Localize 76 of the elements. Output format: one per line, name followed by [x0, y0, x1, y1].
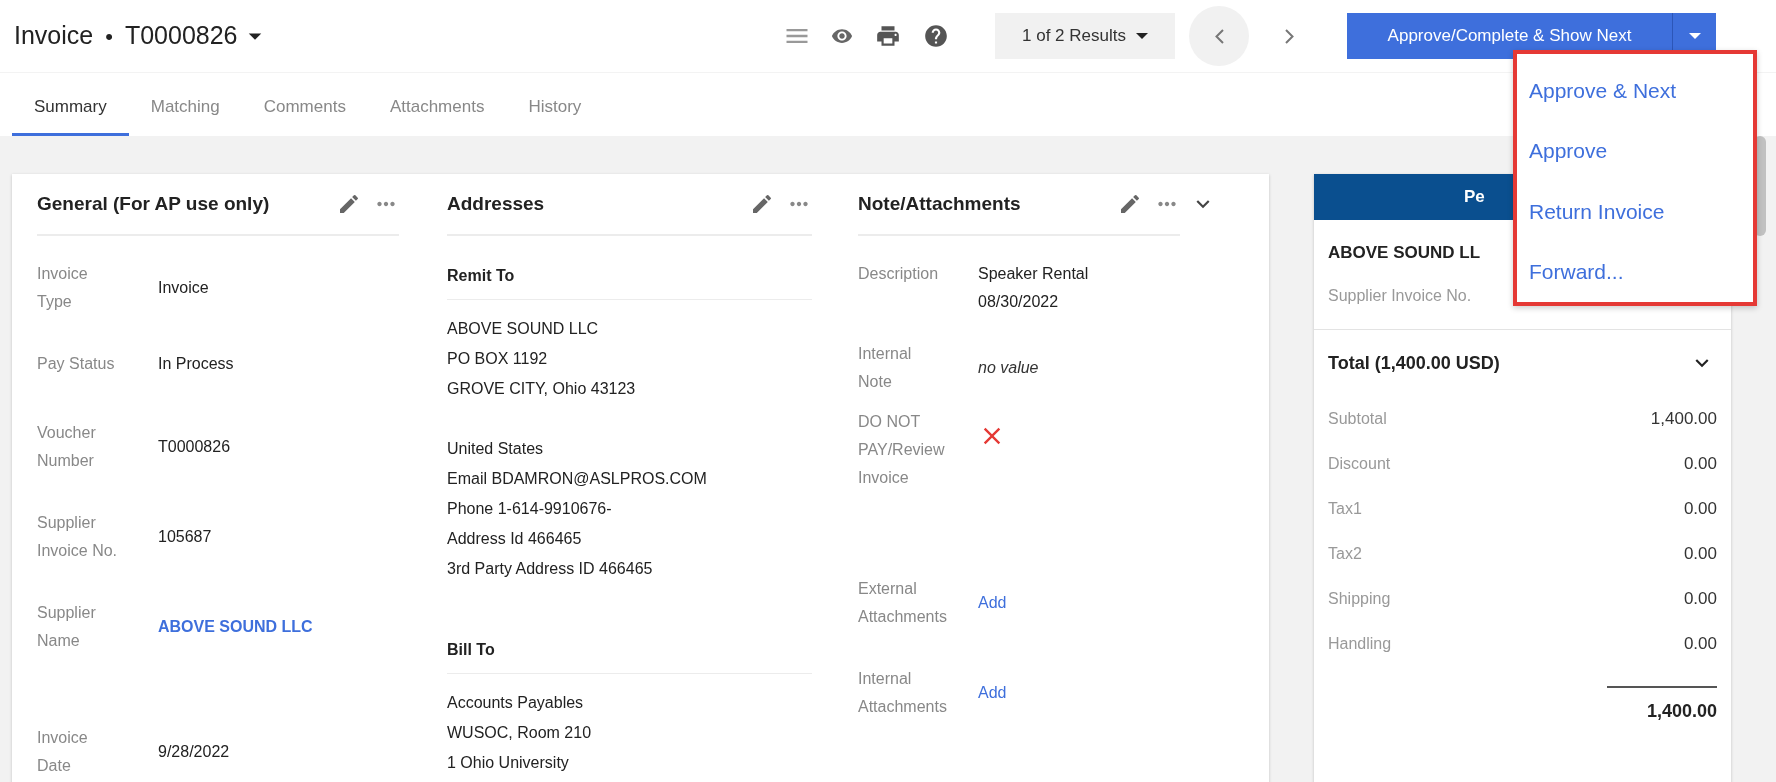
amount-value: 0.00 — [1683, 542, 1717, 565]
section-title: Addresses — [447, 191, 545, 216]
amount-label: Discount — [1328, 453, 1391, 474]
address-line: United States — [447, 439, 545, 459]
amount-label: Tax1 — [1328, 498, 1362, 519]
address-line: WUSOC, Room 210 — [447, 723, 593, 743]
tab[interactable]: Matching — [128, 80, 242, 136]
field-value: In Process — [158, 354, 234, 374]
chevron-right-icon — [1284, 28, 1294, 44]
field-label: Supplier Invoice No. — [37, 513, 119, 561]
field-label: External Attachments — [858, 579, 948, 627]
menu-item[interactable]: Approve & Next — [1529, 60, 1753, 121]
edit-icon[interactable] — [1118, 192, 1142, 216]
section-title: Note/Attachments — [858, 191, 1021, 216]
tab[interactable]: History — [506, 80, 604, 136]
address-line: ABOVE SOUND LLC — [447, 319, 600, 339]
add-link[interactable]: Add — [978, 594, 1007, 611]
print-icon[interactable] — [875, 23, 901, 49]
field-label: Pay Status — [37, 354, 116, 374]
menu-item[interactable]: Forward... — [1529, 241, 1753, 302]
menu-item[interactable]: Return Invoice — [1529, 181, 1753, 242]
field-label: Invoice Date — [37, 728, 89, 776]
section-title: General (For AP use only) — [37, 191, 270, 216]
address-heading: Remit To — [447, 265, 515, 286]
address-line: Phone 1-614-9910676- — [447, 499, 613, 519]
field-value: 105687 — [158, 527, 212, 547]
address-line: 1 Ohio University — [447, 753, 570, 773]
total-title: Total (1,400.00 USD) — [1328, 351, 1500, 375]
results-dropdown[interactable]: 1 of 2 Results — [995, 13, 1175, 59]
field-label: Voucher Number — [37, 423, 97, 471]
tab[interactable]: Attachments — [367, 80, 507, 136]
amount-label: Tax2 — [1328, 543, 1362, 564]
amount-label: Shipping — [1328, 588, 1391, 609]
edit-icon[interactable] — [337, 192, 361, 216]
field-label: DO NOT PAY/Review Invoice — [858, 412, 946, 488]
amount-value: 0.00 — [1683, 497, 1717, 520]
field-label: Invoice Type — [37, 264, 89, 312]
address-line: Accounts Payables — [447, 693, 585, 713]
caret-icon — [1688, 33, 1701, 39]
record-type: Invoice — [14, 20, 94, 52]
address-line: Email BDAMRON@ASLPROS.COM — [447, 469, 708, 489]
amount-value: 0.00 — [1683, 452, 1717, 475]
amount-label: Handling — [1328, 633, 1392, 654]
amount-value: 0.00 — [1683, 632, 1717, 655]
field-value: T0000826 — [158, 437, 231, 457]
address-heading: Bill To — [447, 639, 495, 660]
separator-dot: • — [105, 22, 113, 51]
approve-button[interactable]: Approve/Complete & Show Next — [1347, 13, 1672, 59]
amount-label: Subtotal — [1328, 408, 1387, 429]
supplier-invoice-label: Supplier Invoice No. — [1328, 285, 1473, 306]
amount-value: 0.00 — [1683, 587, 1717, 610]
edit-icon[interactable] — [750, 192, 774, 216]
address-line: 3rd Party Address ID 466465 — [447, 559, 654, 579]
amount-value: 1,400.00 — [1650, 407, 1717, 430]
field-value: Invoice — [158, 278, 209, 298]
tab[interactable]: Comments — [241, 80, 368, 136]
chevron-left-icon — [1214, 28, 1224, 44]
field-label: Description — [858, 264, 940, 284]
supplier-link[interactable]: ABOVE SOUND LLC — [158, 615, 313, 639]
field-value: 9/28/2022 — [158, 742, 230, 762]
menu-item[interactable]: Approve — [1529, 120, 1753, 181]
address-line: Address Id 466465 — [447, 529, 583, 549]
field-label: Supplier Name — [37, 603, 97, 651]
help-icon[interactable] — [923, 23, 949, 49]
supplier-name: ABOVE SOUND LL — [1328, 242, 1482, 264]
add-link[interactable]: Add — [978, 684, 1007, 701]
caret-icon — [1135, 33, 1148, 39]
address-line: PO BOX 1192 — [447, 349, 549, 369]
record-id: T0000826 — [124, 20, 238, 52]
field-label: Internal Note — [858, 344, 913, 392]
field-value: Speaker Rental 08/30/2022 — [978, 264, 1090, 312]
panel-title: Pe — [1464, 186, 1485, 209]
total-amount: 1,400.00 — [1646, 700, 1717, 723]
address-line: GROVE CITY, Ohio 43123 — [447, 379, 637, 399]
field-value: no value — [978, 359, 1039, 376]
field-label: Internal Attachments — [858, 669, 948, 717]
